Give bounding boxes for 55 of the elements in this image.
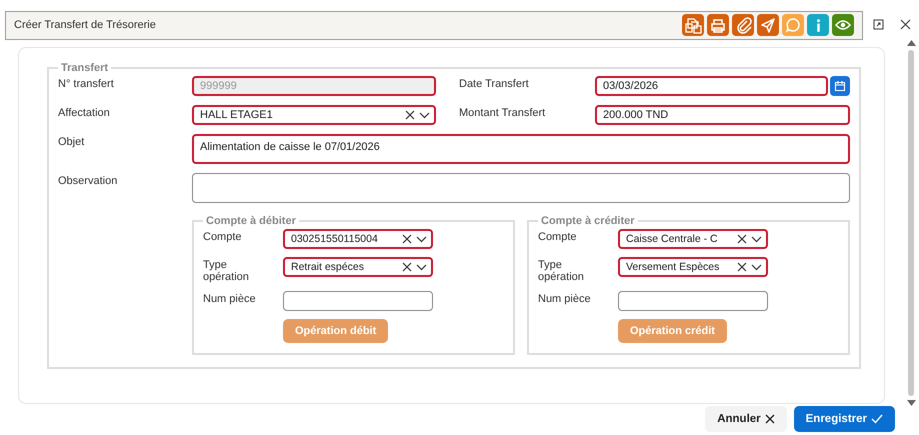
date-field[interactable]: 03/03/2026: [595, 76, 828, 96]
field-label: Num pièce: [538, 292, 592, 307]
field-label: Type opération: [203, 258, 250, 283]
scroll-down-icon[interactable]: [906, 400, 916, 406]
chevron-down-icon[interactable]: [751, 236, 762, 242]
input-field[interactable]: 200.000 TND: [595, 105, 850, 125]
field-label: Type opération: [538, 258, 585, 283]
window-title: Créer Transfert de Trésorerie: [14, 19, 156, 31]
group-legend: Transfert: [58, 62, 112, 74]
clear-icon[interactable]: [402, 234, 412, 244]
clear-icon[interactable]: [405, 110, 415, 120]
input-field[interactable]: [618, 291, 768, 311]
calendar-button[interactable]: [830, 76, 850, 96]
field-label: Objet: [58, 135, 86, 148]
expand-icon[interactable]: [873, 18, 884, 30]
group-legend: Compte à créditer: [538, 215, 638, 227]
field-label: N° transfert: [58, 77, 115, 90]
field-label: Compte: [203, 230, 243, 245]
dropdown-field[interactable]: Retrait espéces: [283, 257, 433, 277]
clear-icon[interactable]: [737, 234, 747, 244]
cancel-button[interactable]: Annuler: [705, 406, 787, 432]
info-icon: [816, 18, 820, 32]
field-label: Date Transfert: [459, 77, 530, 90]
view-button[interactable]: [832, 14, 854, 36]
info-button[interactable]: [807, 14, 829, 36]
chevron-down-icon[interactable]: [419, 112, 430, 118]
dropdown-field[interactable]: HALL ETAGE1: [192, 105, 436, 125]
field-label: Affectation: [58, 106, 111, 119]
chevron-down-icon[interactable]: [416, 264, 427, 270]
input-field[interactable]: [283, 291, 433, 311]
field-label: Observation: [58, 174, 118, 187]
chevron-down-icon[interactable]: [751, 264, 762, 270]
dropdown-field[interactable]: 030251550115004: [283, 229, 433, 249]
print-button[interactable]: [707, 14, 729, 36]
field-label: Montant Transfert: [459, 106, 546, 119]
attach-button[interactable]: [732, 14, 754, 36]
send-button[interactable]: [757, 14, 779, 36]
save-button[interactable]: Enregistrer: [794, 406, 895, 432]
scrollbar-thumb[interactable]: [908, 50, 914, 396]
close-icon[interactable]: [900, 18, 911, 30]
clear-icon[interactable]: [737, 262, 747, 272]
text-area[interactable]: [192, 173, 850, 203]
scroll-up-icon[interactable]: [906, 40, 916, 46]
text-area[interactable]: Alimentation de caisse le 07/01/2026: [192, 134, 850, 164]
chevron-down-icon[interactable]: [416, 236, 427, 242]
check-icon: [871, 414, 883, 424]
documents-button[interactable]: [682, 14, 704, 36]
dropdown-field[interactable]: Caisse Centrale - C: [618, 229, 768, 249]
dropdown-field[interactable]: Versement Espèces: [618, 257, 768, 277]
field-label: Num pièce: [203, 292, 257, 307]
field-label: Compte: [538, 230, 578, 245]
close-icon: [764, 414, 775, 424]
group-legend: Compte à débiter: [203, 215, 299, 227]
clear-icon[interactable]: [402, 262, 412, 272]
calendar-icon: [834, 80, 846, 92]
